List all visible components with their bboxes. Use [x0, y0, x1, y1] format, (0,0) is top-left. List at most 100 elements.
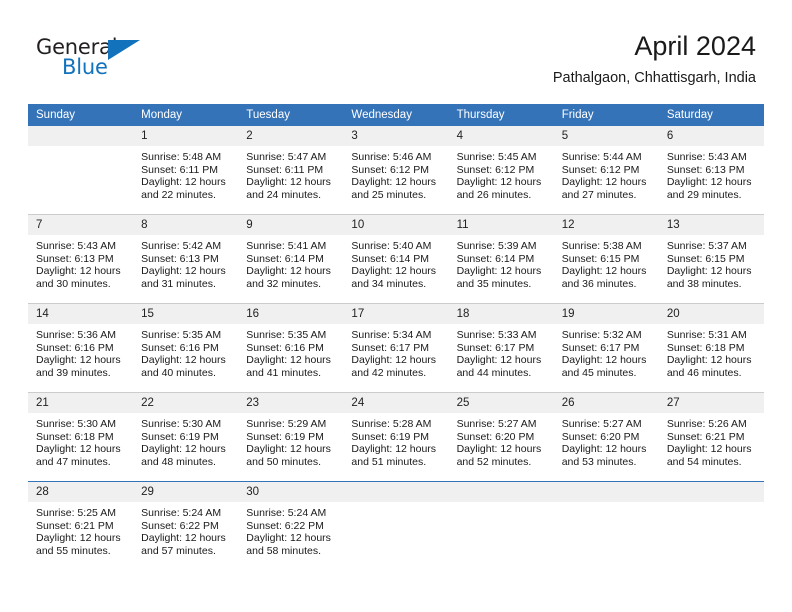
daylight-text-line2: and 27 minutes.: [561, 188, 637, 201]
calendar-day-cell[interactable]: 23 Sunrise: 5:29 AM Sunset: 6:19 PM Dayligh…: [238, 392, 344, 482]
calendar-day-cell[interactable]: 30 Sunrise: 5:24 AM Sunset: 6:22 PM Dayligh…: [238, 481, 344, 570]
daylight-text-line1: Daylight: 12 hours: [351, 354, 437, 367]
calendar-day-cell[interactable]: 13 Sunrise: 5:37 AM Sunset: 6:15 PM Dayligh…: [658, 214, 764, 304]
calendar-day-cell[interactable]: 8 Sunrise: 5:42 AM Sunset: 6:13 PM Daylight…: [133, 214, 239, 304]
calendar-day-cell[interactable]: 17 Sunrise: 5:34 AM Sunset: 6:17 PM Dayligh…: [343, 303, 449, 393]
daylight-text-line1: Daylight: 12 hours: [666, 443, 752, 456]
sunrise-text: Sunrise: 5:43 AM: [666, 151, 747, 163]
day-sun-info: Sunrise: 5:24 AM Sunset: 6:22 PM Daylight:…: [238, 502, 343, 557]
sunrise-text: Sunrise: 5:32 AM: [561, 329, 642, 341]
weekday-header-sunday: Sunday: [28, 104, 134, 126]
day-cell-inner: 10 Sunrise: 5:40 AM Sunset: 6:14 PM Dayligh…: [343, 215, 449, 303]
calendar-day-cell[interactable]: 28 Sunrise: 5:25 AM Sunset: 6:21 PM Dayligh…: [28, 481, 134, 570]
calendar-day-cell[interactable]: 2 Sunrise: 5:47 AM Sunset: 6:11 PM Daylight…: [238, 126, 344, 215]
calendar-day-cell[interactable]: 20 Sunrise: 5:31 AM Sunset: 6:18 PM Dayligh…: [658, 303, 764, 393]
calendar-day-cell[interactable]: 11 Sunrise: 5:39 AM Sunset: 6:14 PM Dayligh…: [448, 214, 554, 304]
sunset-text: Sunset: 6:16 PM: [141, 341, 219, 354]
day-cell-inner: 6 Sunrise: 5:43 AM Sunset: 6:13 PM Daylight…: [658, 126, 764, 214]
day-number: 24: [343, 393, 449, 413]
calendar-day-cell[interactable]: 24 Sunrise: 5:28 AM Sunset: 6:19 PM Dayligh…: [343, 392, 449, 482]
day-cell-inner: 20 Sunrise: 5:31 AM Sunset: 6:18 PM Dayligh…: [658, 304, 764, 392]
daylight-text-line2: and 57 minutes.: [141, 544, 216, 557]
day-cell-inner: 1 Sunrise: 5:48 AM Sunset: 6:11 PM Daylight…: [133, 126, 239, 214]
sunset-text: Sunset: 6:11 PM: [141, 163, 218, 176]
calendar-day-cell[interactable]: 12 Sunrise: 5:38 AM Sunset: 6:15 PM Dayligh…: [553, 214, 659, 304]
daylight-text-line1: Daylight: 12 hours: [246, 354, 331, 367]
calendar-day-cell[interactable]: 14 Sunrise: 5:36 AM Sunset: 6:16 PM Dayligh…: [28, 303, 134, 393]
calendar-day-cell[interactable]: 1 Sunrise: 5:48 AM Sunset: 6:11 PM Daylight…: [133, 126, 239, 215]
sunset-text: Sunset: 6:16 PM: [36, 341, 114, 354]
daylight-text-line2: and 26 minutes.: [456, 188, 532, 201]
day-sun-info: Sunrise: 5:33 AM Sunset: 6:17 PM Daylight:…: [449, 324, 554, 379]
daylight-text-line2: and 41 minutes.: [246, 366, 321, 379]
day-number: [658, 482, 764, 502]
calendar-day-cell[interactable]: 25 Sunrise: 5:27 AM Sunset: 6:20 PM Dayligh…: [448, 392, 554, 482]
calendar-day-cell[interactable]: 26 Sunrise: 5:27 AM Sunset: 6:20 PM Dayligh…: [553, 392, 659, 482]
day-number: 21: [28, 393, 134, 413]
daylight-text-line1: Daylight: 12 hours: [36, 532, 121, 545]
day-sun-info: Sunrise: 5:32 AM Sunset: 6:17 PM Daylight:…: [554, 324, 659, 379]
daylight-text-line1: Daylight: 12 hours: [246, 265, 331, 278]
day-sun-info: Sunrise: 5:45 AM Sunset: 6:12 PM Daylight:…: [449, 146, 554, 201]
calendar-day-cell[interactable]: 9 Sunrise: 5:41 AM Sunset: 6:14 PM Daylight…: [238, 214, 344, 304]
daylight-text-line2: and 45 minutes.: [561, 366, 637, 379]
sunset-text: Sunset: 6:12 PM: [351, 163, 430, 176]
day-sun-info: Sunrise: 5:47 AM Sunset: 6:11 PM Daylight:…: [238, 146, 343, 201]
day-number: 20: [658, 304, 764, 324]
sunset-text: Sunset: 6:14 PM: [246, 252, 324, 265]
calendar-day-cell[interactable]: 3 Sunrise: 5:46 AM Sunset: 6:12 PM Daylight…: [343, 126, 449, 215]
sunset-text: Sunset: 6:19 PM: [141, 430, 219, 443]
sunrise-text: Sunrise: 5:34 AM: [351, 329, 432, 341]
general-blue-logo[interactable]: General Blue: [36, 36, 146, 80]
day-cell-inner: [343, 482, 449, 570]
day-sun-info: Sunrise: 5:39 AM Sunset: 6:14 PM Daylight:…: [449, 235, 554, 290]
daylight-text-line2: and 50 minutes.: [246, 455, 321, 468]
sunset-text: Sunset: 6:19 PM: [246, 430, 324, 443]
sunrise-text: Sunrise: 5:39 AM: [456, 240, 537, 252]
sunset-text: Sunset: 6:17 PM: [561, 341, 640, 354]
calendar-day-cell[interactable]: 21 Sunrise: 5:30 AM Sunset: 6:18 PM Dayligh…: [28, 392, 134, 482]
calendar-day-cell[interactable]: 16 Sunrise: 5:35 AM Sunset: 6:16 PM Dayligh…: [238, 303, 344, 393]
calendar-day-cell[interactable]: 5 Sunrise: 5:44 AM Sunset: 6:12 PM Daylight…: [553, 126, 659, 215]
calendar-week-row: 7 Sunrise: 5:43 AM Sunset: 6:13 PM Daylight…: [28, 214, 764, 304]
day-number: [448, 482, 554, 502]
daylight-text-line2: and 51 minutes.: [351, 455, 427, 468]
daylight-text-line1: Daylight: 12 hours: [141, 265, 226, 278]
day-number: 11: [448, 215, 554, 235]
sunset-text: Sunset: 6:20 PM: [561, 430, 640, 443]
calendar-day-cell[interactable]: 22 Sunrise: 5:30 AM Sunset: 6:19 PM Dayligh…: [133, 392, 239, 482]
daylight-text-line2: and 46 minutes.: [666, 366, 742, 379]
page-title: April 2024: [634, 31, 756, 61]
daylight-text-line2: and 22 minutes.: [141, 188, 216, 201]
daylight-text-line1: Daylight: 12 hours: [561, 265, 647, 278]
day-number: [343, 482, 449, 502]
day-cell-inner: 9 Sunrise: 5:41 AM Sunset: 6:14 PM Daylight…: [238, 215, 344, 303]
calendar-day-cell[interactable]: 6 Sunrise: 5:43 AM Sunset: 6:13 PM Daylight…: [658, 126, 764, 215]
calendar-day-cell[interactable]: 27 Sunrise: 5:26 AM Sunset: 6:21 PM Dayligh…: [658, 392, 764, 482]
day-cell-inner: 7 Sunrise: 5:43 AM Sunset: 6:13 PM Daylight…: [28, 215, 134, 303]
calendar-day-cell[interactable]: 7 Sunrise: 5:43 AM Sunset: 6:13 PM Daylight…: [28, 214, 134, 304]
day-sun-info: Sunrise: 5:30 AM Sunset: 6:19 PM Daylight:…: [133, 413, 238, 468]
calendar-day-cell[interactable]: 19 Sunrise: 5:32 AM Sunset: 6:17 PM Dayligh…: [553, 303, 659, 393]
daylight-text-line2: and 29 minutes.: [666, 188, 742, 201]
calendar-header-row: Sunday Monday Tuesday Wednesday Thursday…: [28, 104, 764, 126]
weekday-header-wednesday: Wednesday: [343, 104, 449, 126]
daylight-text-line1: Daylight: 12 hours: [561, 354, 647, 367]
calendar-day-cell[interactable]: 18 Sunrise: 5:33 AM Sunset: 6:17 PM Dayligh…: [448, 303, 554, 393]
day-cell-inner: 17 Sunrise: 5:34 AM Sunset: 6:17 PM Dayligh…: [343, 304, 449, 392]
day-cell-inner: 18 Sunrise: 5:33 AM Sunset: 6:17 PM Dayligh…: [448, 304, 554, 392]
sunrise-text: Sunrise: 5:30 AM: [141, 418, 222, 430]
daylight-text-line1: Daylight: 12 hours: [456, 354, 542, 367]
day-cell-inner: [28, 126, 134, 214]
sunset-text: Sunset: 6:21 PM: [36, 519, 114, 532]
calendar-day-cell[interactable]: 15 Sunrise: 5:35 AM Sunset: 6:16 PM Dayligh…: [133, 303, 239, 393]
calendar-day-cell[interactable]: 10 Sunrise: 5:40 AM Sunset: 6:14 PM Dayligh…: [343, 214, 449, 304]
calendar-day-cell[interactable]: 29 Sunrise: 5:24 AM Sunset: 6:22 PM Dayligh…: [133, 481, 239, 570]
calendar-day-cell[interactable]: 4 Sunrise: 5:45 AM Sunset: 6:12 PM Daylight…: [448, 126, 554, 215]
day-sun-info: Sunrise: 5:28 AM Sunset: 6:19 PM Daylight:…: [343, 413, 448, 468]
sunrise-text: Sunrise: 5:24 AM: [246, 507, 327, 519]
daylight-text-line1: Daylight: 12 hours: [666, 176, 752, 189]
day-number: 1: [133, 126, 239, 146]
calendar-week-row: 14 Sunrise: 5:36 AM Sunset: 6:16 PM Dayligh…: [28, 303, 764, 393]
sunrise-text: Sunrise: 5:47 AM: [246, 151, 327, 163]
